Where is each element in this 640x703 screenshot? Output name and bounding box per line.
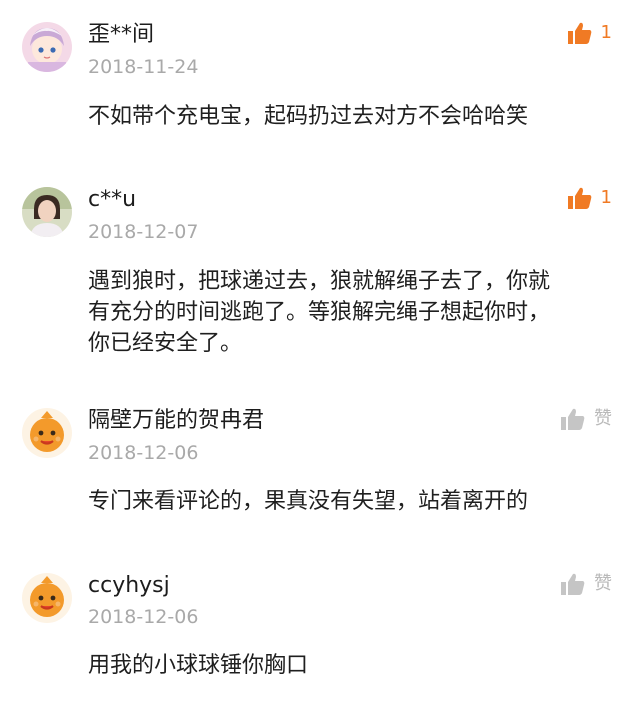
comment-date: 2018-12-07: [88, 221, 199, 243]
like-button[interactable]: 1: [567, 19, 612, 47]
comment-username[interactable]: 隔壁万能的贺冉君: [88, 407, 264, 435]
comment-date: 2018-11-24: [88, 56, 199, 78]
comment-date: 2018-12-06: [88, 442, 199, 464]
comment-text: 用我的小球球锤你胸口: [88, 653, 309, 678]
like-button[interactable]: 1: [567, 184, 612, 212]
orange-mascot-avatar-icon: [22, 573, 72, 623]
comment-username[interactable]: ccyhysj: [88, 572, 170, 600]
thumbs-up-icon: [561, 408, 585, 430]
thumbs-up-icon: [567, 187, 591, 209]
comment-date: 2018-12-06: [88, 606, 199, 628]
comment-username[interactable]: c**u: [88, 186, 136, 214]
like-label: 赞: [594, 573, 612, 594]
user-avatar[interactable]: [22, 22, 72, 72]
like-button[interactable]: 赞: [560, 570, 612, 598]
comment-text: 不如带个充电宝，起码扔过去对方不会哈哈笑: [88, 104, 529, 129]
anime-girl-avatar-icon: [22, 22, 72, 72]
user-avatar[interactable]: [22, 187, 72, 237]
comment-text: 专门来看评论的，果真没有失望，站着离开的: [88, 489, 529, 514]
user-avatar[interactable]: [22, 408, 72, 458]
like-label: 赞: [594, 408, 612, 429]
girl-photo-avatar-icon: [22, 187, 72, 237]
thumbs-up-icon: [567, 22, 591, 44]
like-button[interactable]: 赞: [560, 405, 612, 433]
like-count: 1: [600, 187, 612, 208]
thumbs-up-icon: [561, 573, 585, 595]
orange-mascot-avatar-icon: [22, 408, 72, 458]
user-avatar[interactable]: [22, 573, 72, 623]
like-count: 1: [600, 22, 612, 43]
comment-username[interactable]: 歪**间: [88, 21, 154, 49]
comment-text: 遇到狼时，把球递过去，狼就解绳子去了，你就 有充分的时间逃跑了。等狼解完绳子想起…: [88, 269, 551, 356]
